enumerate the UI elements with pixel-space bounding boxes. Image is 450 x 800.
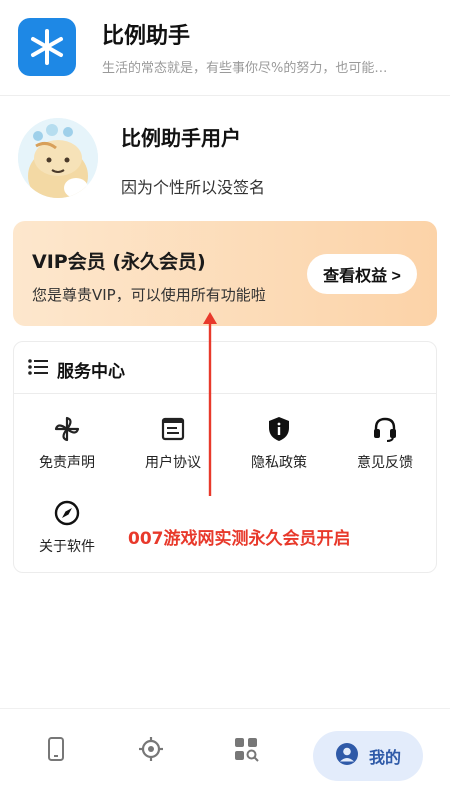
vip-card[interactable]: VIP会员 (永久会员) 您是尊贵VIP，可以使用所有功能啦 查看权益 > xyxy=(13,221,437,326)
disclaimer-label: 免责声明 xyxy=(39,455,95,471)
view-benefits-button[interactable]: 查看权益 > xyxy=(307,254,417,294)
profile-section[interactable]: 比例助手用户 因为个性所以没签名 xyxy=(0,110,450,210)
list-icon xyxy=(28,358,48,380)
app-subtitle: 生活的常态就是，有些事你尽%的努力，也可能… xyxy=(102,61,388,76)
target-icon xyxy=(138,736,164,766)
service-center-header: 服务中心 xyxy=(14,342,436,394)
apps-search-icon xyxy=(233,736,259,766)
about-software-label: 关于软件 xyxy=(39,539,95,555)
disclaimer-item[interactable]: 免责声明 xyxy=(14,414,120,484)
annotation-arrow-icon xyxy=(203,312,217,496)
phone-icon xyxy=(46,737,66,765)
avatar[interactable] xyxy=(18,118,98,198)
app-logo-icon xyxy=(18,18,76,76)
pinwheel-icon xyxy=(52,414,82,444)
nav-phone[interactable] xyxy=(36,731,76,771)
bottom-nav: 我的 xyxy=(0,708,450,800)
nav-apps-search[interactable] xyxy=(226,731,266,771)
shield-icon xyxy=(264,414,294,444)
compass-icon xyxy=(52,498,82,528)
annotation-text: 007游戏网实测永久会员开启 xyxy=(128,529,351,549)
nav-my-profile[interactable]: 我的 xyxy=(313,731,423,781)
profile-signature: 因为个性所以没签名 xyxy=(121,178,266,197)
profile-name: 比例助手用户 xyxy=(121,126,241,150)
app-title: 比例助手 xyxy=(102,24,191,49)
vip-description: 您是尊贵VIP，可以使用所有功能啦 xyxy=(32,286,266,304)
vip-title: VIP会员 (永久会员) xyxy=(32,251,206,273)
privacy-policy-item[interactable]: 隐私政策 xyxy=(226,414,332,484)
nav-target[interactable] xyxy=(131,731,171,771)
nav-my-label: 我的 xyxy=(368,748,401,767)
feedback-item[interactable]: 意见反馈 xyxy=(332,414,438,484)
about-software-item[interactable]: 关于软件 xyxy=(14,498,120,568)
app-header: 比例助手 生活的常态就是，有些事你尽%的努力，也可能… xyxy=(0,0,450,96)
privacy-policy-label: 隐私政策 xyxy=(251,455,307,471)
document-icon xyxy=(158,414,188,444)
service-center-title: 服务中心 xyxy=(57,362,125,382)
feedback-label: 意见反馈 xyxy=(357,455,413,471)
user-icon xyxy=(335,742,359,770)
headset-icon xyxy=(370,414,400,444)
